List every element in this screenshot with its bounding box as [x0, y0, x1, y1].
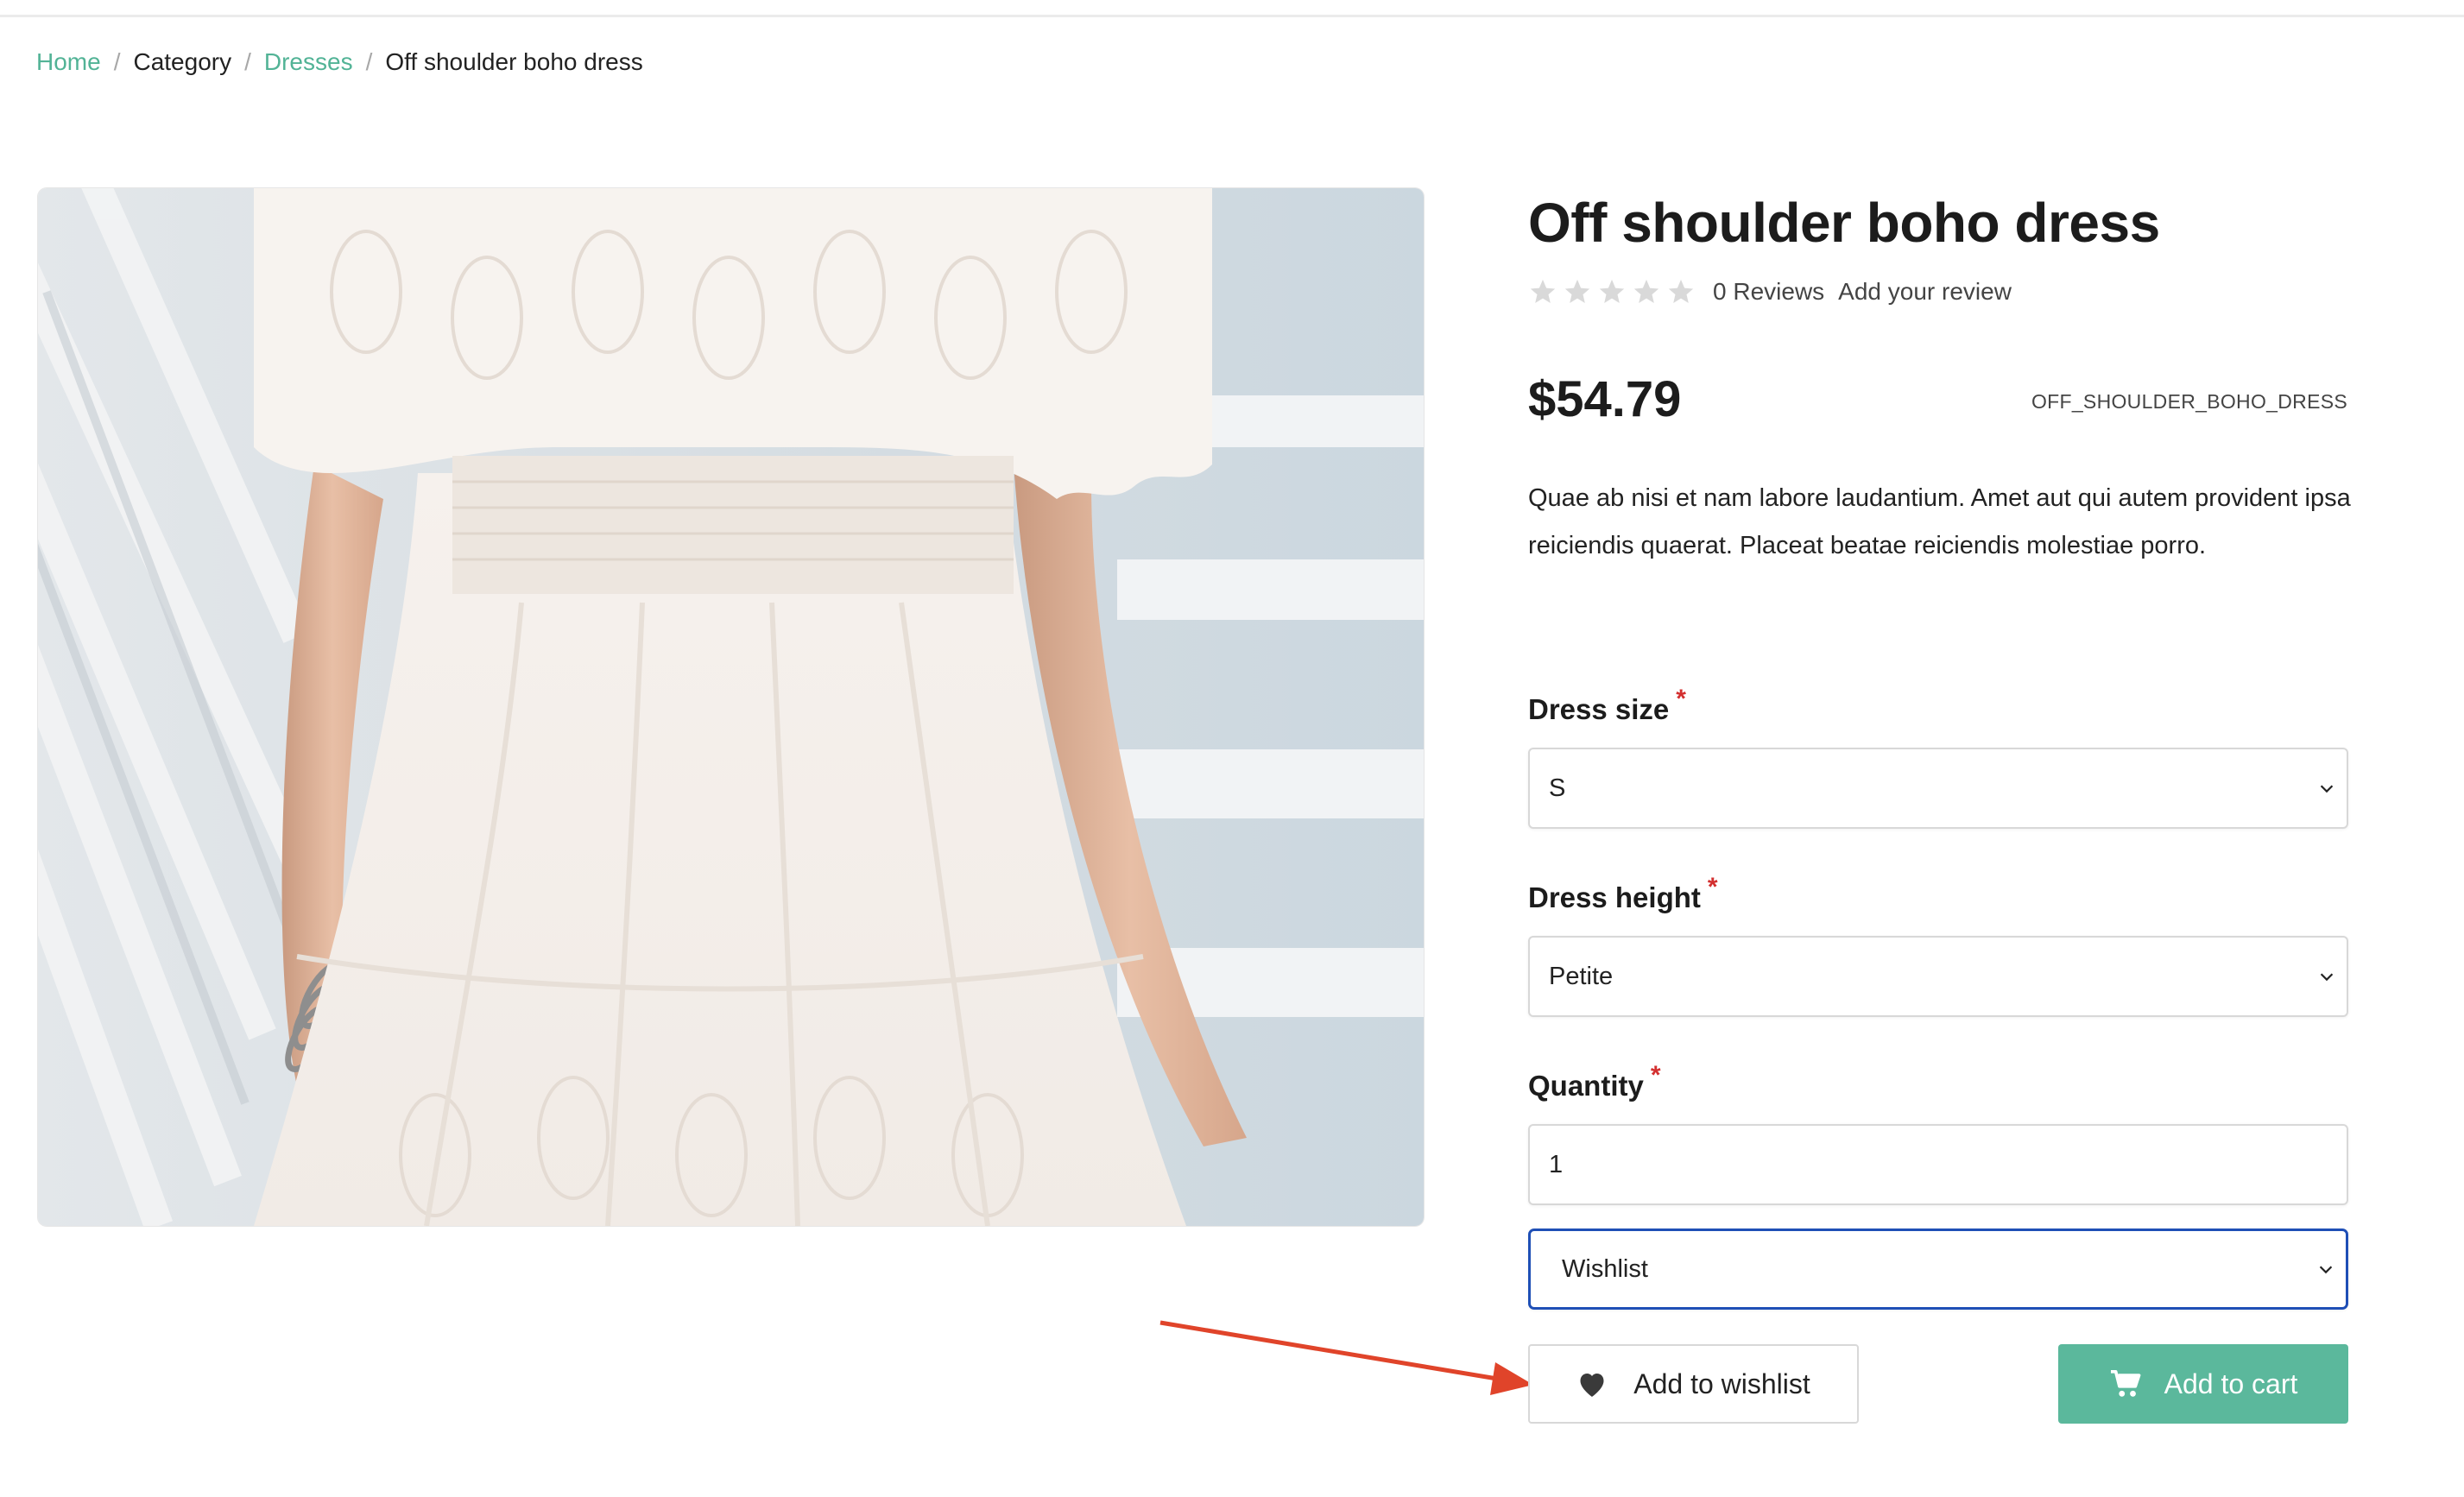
required-marker: *	[1676, 685, 1686, 713]
breadcrumb-current: Off shoulder boho dress	[385, 48, 643, 75]
product-title: Off shoulder boho dress	[1528, 192, 2160, 254]
required-marker: *	[1650, 1061, 1661, 1090]
add-to-wishlist-label: Add to wishlist	[1633, 1368, 1810, 1399]
chevron-down-icon	[2320, 973, 2334, 982]
dress-size-value: S	[1549, 774, 1566, 802]
rating-row: 0 Reviews Add your review	[1528, 275, 2012, 309]
breadcrumb-dresses-link[interactable]: Dresses	[264, 48, 353, 76]
quantity-label-text: Quantity	[1528, 1070, 1644, 1102]
breadcrumb-separator: /	[365, 48, 373, 75]
star-icon	[1633, 279, 1659, 304]
dress-size-select[interactable]: S	[1528, 748, 2348, 829]
breadcrumb-separator: /	[113, 48, 121, 75]
chevron-down-icon	[2319, 1266, 2333, 1274]
annotation-arrow	[1159, 1320, 1533, 1395]
product-page: Home / Category / Dresses / Off shoulder…	[0, 0, 2464, 1497]
dress-height-label: Dress height *	[1528, 873, 1718, 919]
header-divider	[0, 0, 2464, 17]
chevron-down-icon	[2320, 785, 2334, 793]
required-marker: *	[1707, 873, 1718, 901]
quantity-input[interactable]: 1	[1528, 1124, 2348, 1205]
dress-height-value: Petite	[1549, 962, 1614, 990]
wishlist-select-value: Wishlist	[1562, 1254, 1648, 1283]
rating-stars[interactable]	[1528, 277, 1696, 306]
quantity-label: Quantity *	[1528, 1061, 1661, 1107]
star-icon	[1599, 279, 1625, 304]
star-icon	[1530, 279, 1556, 304]
breadcrumb-home-link[interactable]: Home	[36, 48, 101, 76]
breadcrumb: Home / Category / Dresses / Off shoulder…	[36, 45, 643, 79]
product-description: Quae ab nisi et nam labore laudantium. A…	[1528, 484, 2351, 559]
star-icon	[1668, 279, 1694, 304]
add-to-cart-label: Add to cart	[2164, 1368, 2298, 1399]
dress-height-select[interactable]: Petite	[1528, 936, 2348, 1017]
breadcrumb-separator: /	[244, 48, 251, 75]
star-icon	[1564, 279, 1590, 304]
dress-height-label-text: Dress height	[1528, 881, 1701, 913]
quantity-value: 1	[1549, 1150, 1564, 1178]
product-sku: OFF_SHOULDER_BOHO_DRESS	[2031, 390, 2347, 413]
product-image	[38, 188, 1424, 1226]
cart-icon	[2110, 1369, 2141, 1397]
add-to-wishlist-button[interactable]: Add to wishlist	[1528, 1344, 1859, 1424]
heart-icon	[1580, 1374, 1604, 1397]
dress-size-label: Dress size *	[1528, 685, 1686, 730]
reviews-count[interactable]: 0 Reviews	[1713, 278, 1824, 306]
product-price: $54.79	[1528, 371, 1682, 427]
wishlist-select[interactable]: Wishlist	[1528, 1229, 2348, 1310]
add-to-cart-button[interactable]: Add to cart	[2058, 1344, 2348, 1424]
add-review-link[interactable]: Add your review	[1838, 278, 2012, 306]
breadcrumb-category: Category	[133, 48, 232, 75]
dress-size-label-text: Dress size	[1528, 693, 1670, 725]
